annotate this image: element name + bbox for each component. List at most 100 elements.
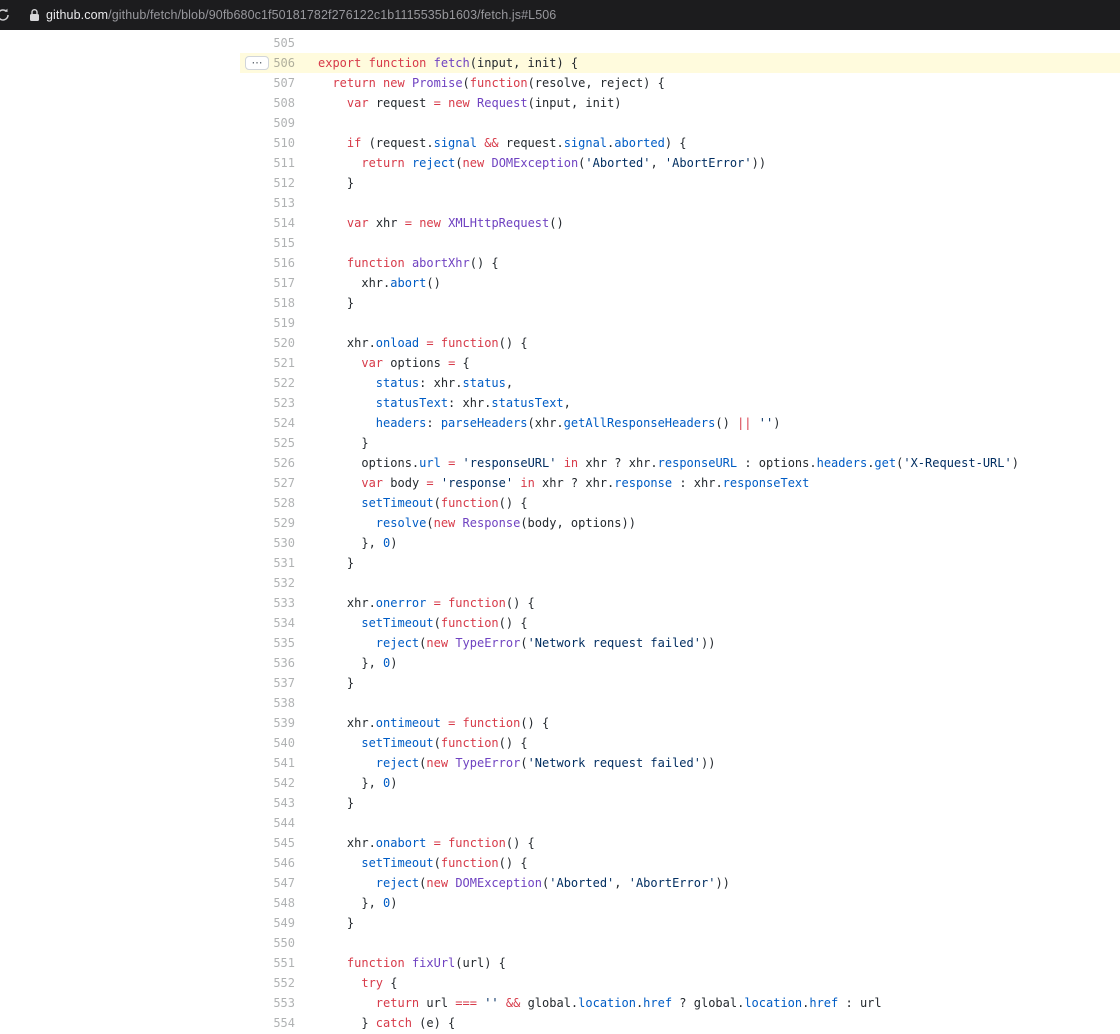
line-number[interactable]: 508: [240, 93, 295, 113]
line-number[interactable]: 515: [240, 233, 295, 253]
line-number[interactable]: 550: [240, 933, 295, 953]
line-number[interactable]: 507: [240, 73, 295, 93]
code-text: var request = new Request(input, init): [295, 93, 1120, 113]
line-number[interactable]: 527: [240, 473, 295, 493]
line-number[interactable]: 542: [240, 773, 295, 793]
line-number[interactable]: 530: [240, 533, 295, 553]
line-number[interactable]: 531: [240, 553, 295, 573]
code-text: [295, 813, 1120, 833]
line-number[interactable]: 537: [240, 673, 295, 693]
code-line: 516 function abortXhr() {: [0, 253, 1120, 273]
code-line: 535 reject(new TypeError('Network reques…: [0, 633, 1120, 653]
line-number[interactable]: 516: [240, 253, 295, 273]
code-text: setTimeout(function() {: [295, 493, 1120, 513]
code-text: return new Promise(function(resolve, rej…: [295, 73, 1120, 93]
line-number[interactable]: 543: [240, 793, 295, 813]
code-line: 519: [0, 313, 1120, 333]
line-number[interactable]: 549: [240, 913, 295, 933]
line-number[interactable]: 528: [240, 493, 295, 513]
line-number[interactable]: 513: [240, 193, 295, 213]
line-number[interactable]: 544: [240, 813, 295, 833]
code-text: var options = {: [295, 353, 1120, 373]
code-line: 521 var options = {: [0, 353, 1120, 373]
gutter-margin: [0, 813, 240, 833]
line-number[interactable]: 525: [240, 433, 295, 453]
code-line: 543 }: [0, 793, 1120, 813]
gutter-margin: [0, 753, 240, 773]
lock-icon[interactable]: [29, 8, 40, 22]
line-number[interactable]: 521: [240, 353, 295, 373]
code-text: }: [295, 673, 1120, 693]
line-number[interactable]: 510: [240, 133, 295, 153]
gutter-margin: [0, 113, 240, 133]
gutter-margin: [0, 633, 240, 653]
line-number[interactable]: 551: [240, 953, 295, 973]
line-number[interactable]: 518: [240, 293, 295, 313]
gutter-margin: [0, 533, 240, 553]
code-text: if (request.signal && request.signal.abo…: [295, 133, 1120, 153]
gutter-margin: [0, 573, 240, 593]
gutter-margin: [0, 273, 240, 293]
code-text: options.url = 'responseURL' in xhr ? xhr…: [295, 453, 1120, 473]
code-text: var xhr = new XMLHttpRequest(): [295, 213, 1120, 233]
code-text: reject(new TypeError('Network request fa…: [295, 633, 1120, 653]
line-number[interactable]: 541: [240, 753, 295, 773]
line-number[interactable]: 512: [240, 173, 295, 193]
code-line: 529 resolve(new Response(body, options)): [0, 513, 1120, 533]
line-number[interactable]: 536: [240, 653, 295, 673]
line-number[interactable]: 535: [240, 633, 295, 653]
gutter-margin: [0, 153, 240, 173]
line-number[interactable]: 529: [240, 513, 295, 533]
line-number[interactable]: 534: [240, 613, 295, 633]
code-text: try {: [295, 973, 1120, 993]
code-line: 531 }: [0, 553, 1120, 573]
gutter-margin: [0, 733, 240, 753]
line-number[interactable]: 517: [240, 273, 295, 293]
code-text: xhr.abort(): [295, 273, 1120, 293]
code-lines: 505506export function fetch(input, init)…: [0, 33, 1120, 1033]
line-number[interactable]: 545: [240, 833, 295, 853]
code-line: 554 } catch (e) {: [0, 1013, 1120, 1033]
line-number[interactable]: 522: [240, 373, 295, 393]
line-number[interactable]: 511: [240, 153, 295, 173]
expand-context-button[interactable]: ⋯: [245, 56, 269, 70]
code-line: 511 return reject(new DOMException('Abor…: [0, 153, 1120, 173]
code-text: return url === '' && global.location.hre…: [295, 993, 1120, 1013]
code-line: 513: [0, 193, 1120, 213]
line-number[interactable]: 523: [240, 393, 295, 413]
url-domain: github.com: [46, 8, 108, 22]
line-number[interactable]: 547: [240, 873, 295, 893]
line-number[interactable]: 548: [240, 893, 295, 913]
line-number[interactable]: 552: [240, 973, 295, 993]
browser-url-bar[interactable]: github.com/github/fetch/blob/90fb680c1f5…: [0, 0, 1120, 30]
line-number[interactable]: 532: [240, 573, 295, 593]
address-url[interactable]: github.com/github/fetch/blob/90fb680c1f5…: [46, 0, 556, 30]
line-number[interactable]: 519: [240, 313, 295, 333]
code-line: 545 xhr.onabort = function() {: [0, 833, 1120, 853]
code-text: headers: parseHeaders(xhr.getAllResponse…: [295, 413, 1120, 433]
line-number[interactable]: 539: [240, 713, 295, 733]
reload-icon[interactable]: [0, 7, 11, 23]
line-number[interactable]: 553: [240, 993, 295, 1013]
code-line: 544: [0, 813, 1120, 833]
line-number[interactable]: 505: [240, 33, 295, 53]
line-number[interactable]: 520: [240, 333, 295, 353]
line-number[interactable]: 524: [240, 413, 295, 433]
code-line: 520 xhr.onload = function() {: [0, 333, 1120, 353]
line-number[interactable]: 526: [240, 453, 295, 473]
line-number[interactable]: 509: [240, 113, 295, 133]
gutter-margin: [0, 873, 240, 893]
code-text: }: [295, 793, 1120, 813]
gutter-margin: [0, 253, 240, 273]
line-number[interactable]: 546: [240, 853, 295, 873]
gutter-margin: [0, 653, 240, 673]
code-text: [295, 313, 1120, 333]
line-number[interactable]: 514: [240, 213, 295, 233]
gutter-margin: [0, 973, 240, 993]
line-number[interactable]: 540: [240, 733, 295, 753]
line-number[interactable]: 554: [240, 1013, 295, 1033]
code-line: 532: [0, 573, 1120, 593]
line-number[interactable]: 533: [240, 593, 295, 613]
line-number[interactable]: 538: [240, 693, 295, 713]
code-text: function fixUrl(url) {: [295, 953, 1120, 973]
